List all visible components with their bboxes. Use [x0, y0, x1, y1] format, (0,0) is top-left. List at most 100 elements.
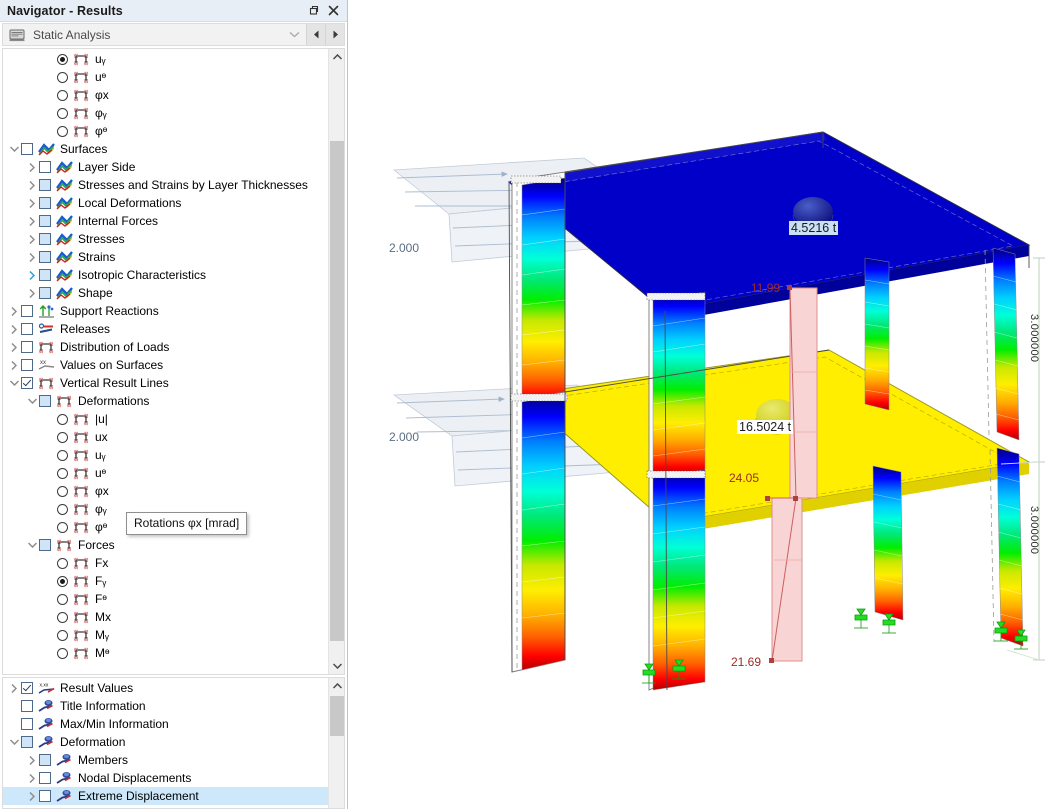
checkbox[interactable]	[21, 305, 33, 317]
checkbox[interactable]	[21, 700, 33, 712]
checkbox[interactable]	[39, 269, 51, 281]
checkbox[interactable]	[21, 359, 33, 371]
checkbox[interactable]	[21, 323, 33, 335]
radio-button[interactable]	[57, 593, 68, 605]
scrollbar-thumb[interactable]	[330, 696, 344, 736]
radio-button[interactable]	[57, 53, 68, 65]
tree-item[interactable]: |u|	[3, 410, 328, 428]
previous-result-button[interactable]	[306, 24, 325, 45]
scroll-up-button[interactable]	[329, 678, 344, 694]
tree-item[interactable]: Deformation	[3, 733, 328, 751]
radio-button[interactable]	[57, 629, 68, 641]
chevron-down-icon[interactable]	[25, 392, 39, 410]
chevron-right-icon[interactable]	[25, 212, 39, 230]
tree-item[interactable]: φx	[3, 86, 328, 104]
chevron-right-icon[interactable]	[25, 284, 39, 302]
checkbox[interactable]	[39, 215, 51, 227]
checkbox[interactable]	[39, 772, 51, 784]
radio-button[interactable]	[57, 503, 68, 515]
checkbox[interactable]	[21, 341, 33, 353]
checkbox[interactable]	[21, 682, 33, 694]
radio-button[interactable]	[57, 467, 68, 479]
radio-button[interactable]	[57, 431, 68, 443]
tree-item[interactable]: Vertical Result Lines	[3, 374, 328, 392]
chevron-right-icon[interactable]	[7, 679, 21, 697]
chevron-down-icon[interactable]	[7, 374, 21, 392]
radio-button[interactable]	[57, 521, 68, 533]
tree-item[interactable]: uᶱ	[3, 68, 328, 86]
tree-item[interactable]: ux	[3, 428, 328, 446]
radio-button[interactable]	[57, 557, 68, 569]
scroll-down-button[interactable]	[329, 658, 344, 674]
radio-button[interactable]	[57, 575, 68, 587]
chevron-right-icon[interactable]	[25, 769, 39, 787]
tree-item[interactable]: Shape	[3, 284, 328, 302]
tree-item[interactable]: x.xx Result Values	[3, 679, 328, 697]
tree-item[interactable]: uᵧ	[3, 50, 328, 68]
results-tree-lower-scrollbar[interactable]	[328, 678, 344, 808]
checkbox[interactable]	[39, 179, 51, 191]
tree-item[interactable]: Fx	[3, 554, 328, 572]
radio-button[interactable]	[57, 647, 68, 659]
tree-item[interactable]: Members	[3, 751, 328, 769]
radio-button[interactable]	[57, 107, 68, 119]
close-button[interactable]	[323, 2, 343, 20]
chevron-right-icon[interactable]	[25, 751, 39, 769]
checkbox[interactable]	[39, 395, 51, 407]
tree-item[interactable]: φᵧ	[3, 104, 328, 122]
tree-item[interactable]: φᶱ	[3, 122, 328, 140]
next-result-button[interactable]	[325, 24, 344, 45]
tree-item[interactable]: Local Deformations	[3, 194, 328, 212]
tree-item[interactable]: Mx	[3, 608, 328, 626]
tree-item[interactable]: φx	[3, 482, 328, 500]
chevron-right-icon[interactable]	[7, 356, 21, 374]
chevron-right-icon[interactable]	[25, 158, 39, 176]
radio-button[interactable]	[57, 125, 68, 137]
chevron-down-icon[interactable]	[25, 536, 39, 554]
tree-item[interactable]: Layer Side	[3, 158, 328, 176]
checkbox[interactable]	[39, 251, 51, 263]
checkbox[interactable]	[21, 718, 33, 730]
checkbox[interactable]	[21, 143, 33, 155]
tree-item[interactable]: Surfaces	[3, 140, 328, 158]
tree-item[interactable]: Strains	[3, 248, 328, 266]
tree-item[interactable]: Fᶱ	[3, 590, 328, 608]
tree-item[interactable]: Isotropic Characteristics	[3, 266, 328, 284]
chevron-right-icon[interactable]	[7, 302, 21, 320]
tree-item[interactable]: Support Reactions	[3, 302, 328, 320]
chevron-right-icon[interactable]	[25, 176, 39, 194]
chevron-right-icon[interactable]	[25, 266, 39, 284]
analysis-type-dropdown[interactable]: Static Analysis	[3, 24, 306, 45]
tree-item[interactable]: Forces	[3, 536, 328, 554]
restore-button[interactable]	[303, 2, 323, 20]
tree-item[interactable]: Mᵧ	[3, 626, 328, 644]
checkbox[interactable]	[39, 287, 51, 299]
checkbox[interactable]	[21, 377, 33, 389]
tree-item[interactable]: Stresses and Strains by Layer Thicknesse…	[3, 176, 328, 194]
checkbox[interactable]	[39, 197, 51, 209]
chevron-down-icon[interactable]	[7, 140, 21, 158]
tree-item[interactable]: Mᶱ	[3, 644, 328, 662]
radio-button[interactable]	[57, 485, 68, 497]
tree-item[interactable]: Title Information	[3, 697, 328, 715]
checkbox[interactable]	[39, 754, 51, 766]
tree-item[interactable]: Nodal Displacements	[3, 769, 328, 787]
results-tree-upper-scrollbar[interactable]	[328, 49, 344, 674]
chevron-right-icon[interactable]	[25, 194, 39, 212]
checkbox[interactable]	[39, 161, 51, 173]
model-viewport-3d[interactable]: 2.000 2.000 4.5216 t 16.5024 t 11.99 24.…	[349, 0, 1051, 809]
chevron-right-icon[interactable]	[7, 320, 21, 338]
tree-item[interactable]: Stresses	[3, 230, 328, 248]
tree-item[interactable]: Fᵧ	[3, 572, 328, 590]
radio-button[interactable]	[57, 89, 68, 101]
tree-item[interactable]: uᶱ	[3, 464, 328, 482]
chevron-right-icon[interactable]	[25, 787, 39, 805]
tree-item[interactable]: Distribution of Loads	[3, 338, 328, 356]
chevron-right-icon[interactable]	[25, 230, 39, 248]
chevron-right-icon[interactable]	[25, 248, 39, 266]
chevron-right-icon[interactable]	[7, 338, 21, 356]
tree-item[interactable]: uᵧ	[3, 446, 328, 464]
scrollbar-thumb[interactable]	[330, 141, 344, 641]
checkbox[interactable]	[21, 736, 33, 748]
radio-button[interactable]	[57, 449, 68, 461]
